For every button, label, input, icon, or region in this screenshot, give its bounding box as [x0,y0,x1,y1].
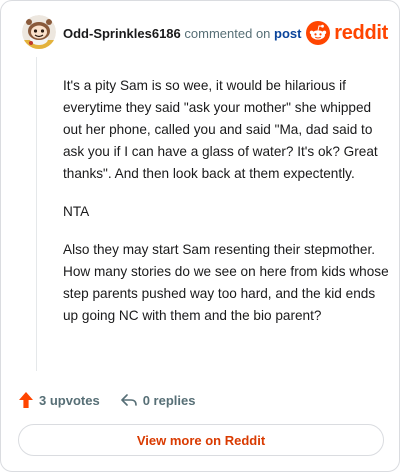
comment-meta: Odd-Sprinkles6186 commented on post [63,26,301,41]
reply-count: 0 replies [142,392,196,408]
username-link[interactable]: Odd-Sprinkles6186 [63,26,181,41]
upvote-button[interactable]: 3 upvotes [18,391,100,409]
view-more-button[interactable]: View more on Reddit [18,424,384,456]
upvote-count: 3 upvotes [39,392,100,408]
reddit-logo[interactable]: reddit [306,19,388,47]
snoo-avatar-icon [22,15,56,49]
reddit-snoo-icon [306,21,331,45]
thread-line [36,57,37,371]
comment-body: It's a pity Sam is so wee, it would be h… [63,75,393,343]
avatar[interactable] [22,15,56,49]
embed-card: Odd-Sprinkles6186 commented on post redd… [0,0,400,472]
commented-on-text: commented on [184,26,271,41]
comment-paragraph: Also they may start Sam resenting their … [63,242,389,323]
comment-paragraph: It's a pity Sam is so wee, it would be h… [63,78,378,181]
reply-button[interactable]: 0 replies [120,392,196,408]
reply-arrow-icon [120,394,137,406]
reddit-wordmark: reddit [334,21,388,44]
comment-footer: 3 upvotes 0 replies [18,389,195,411]
comment-paragraph: NTA [63,204,90,219]
upvote-arrow-icon [19,392,33,408]
post-link[interactable]: post [274,26,301,41]
comment-header: Odd-Sprinkles6186 commented on post redd… [18,15,388,55]
